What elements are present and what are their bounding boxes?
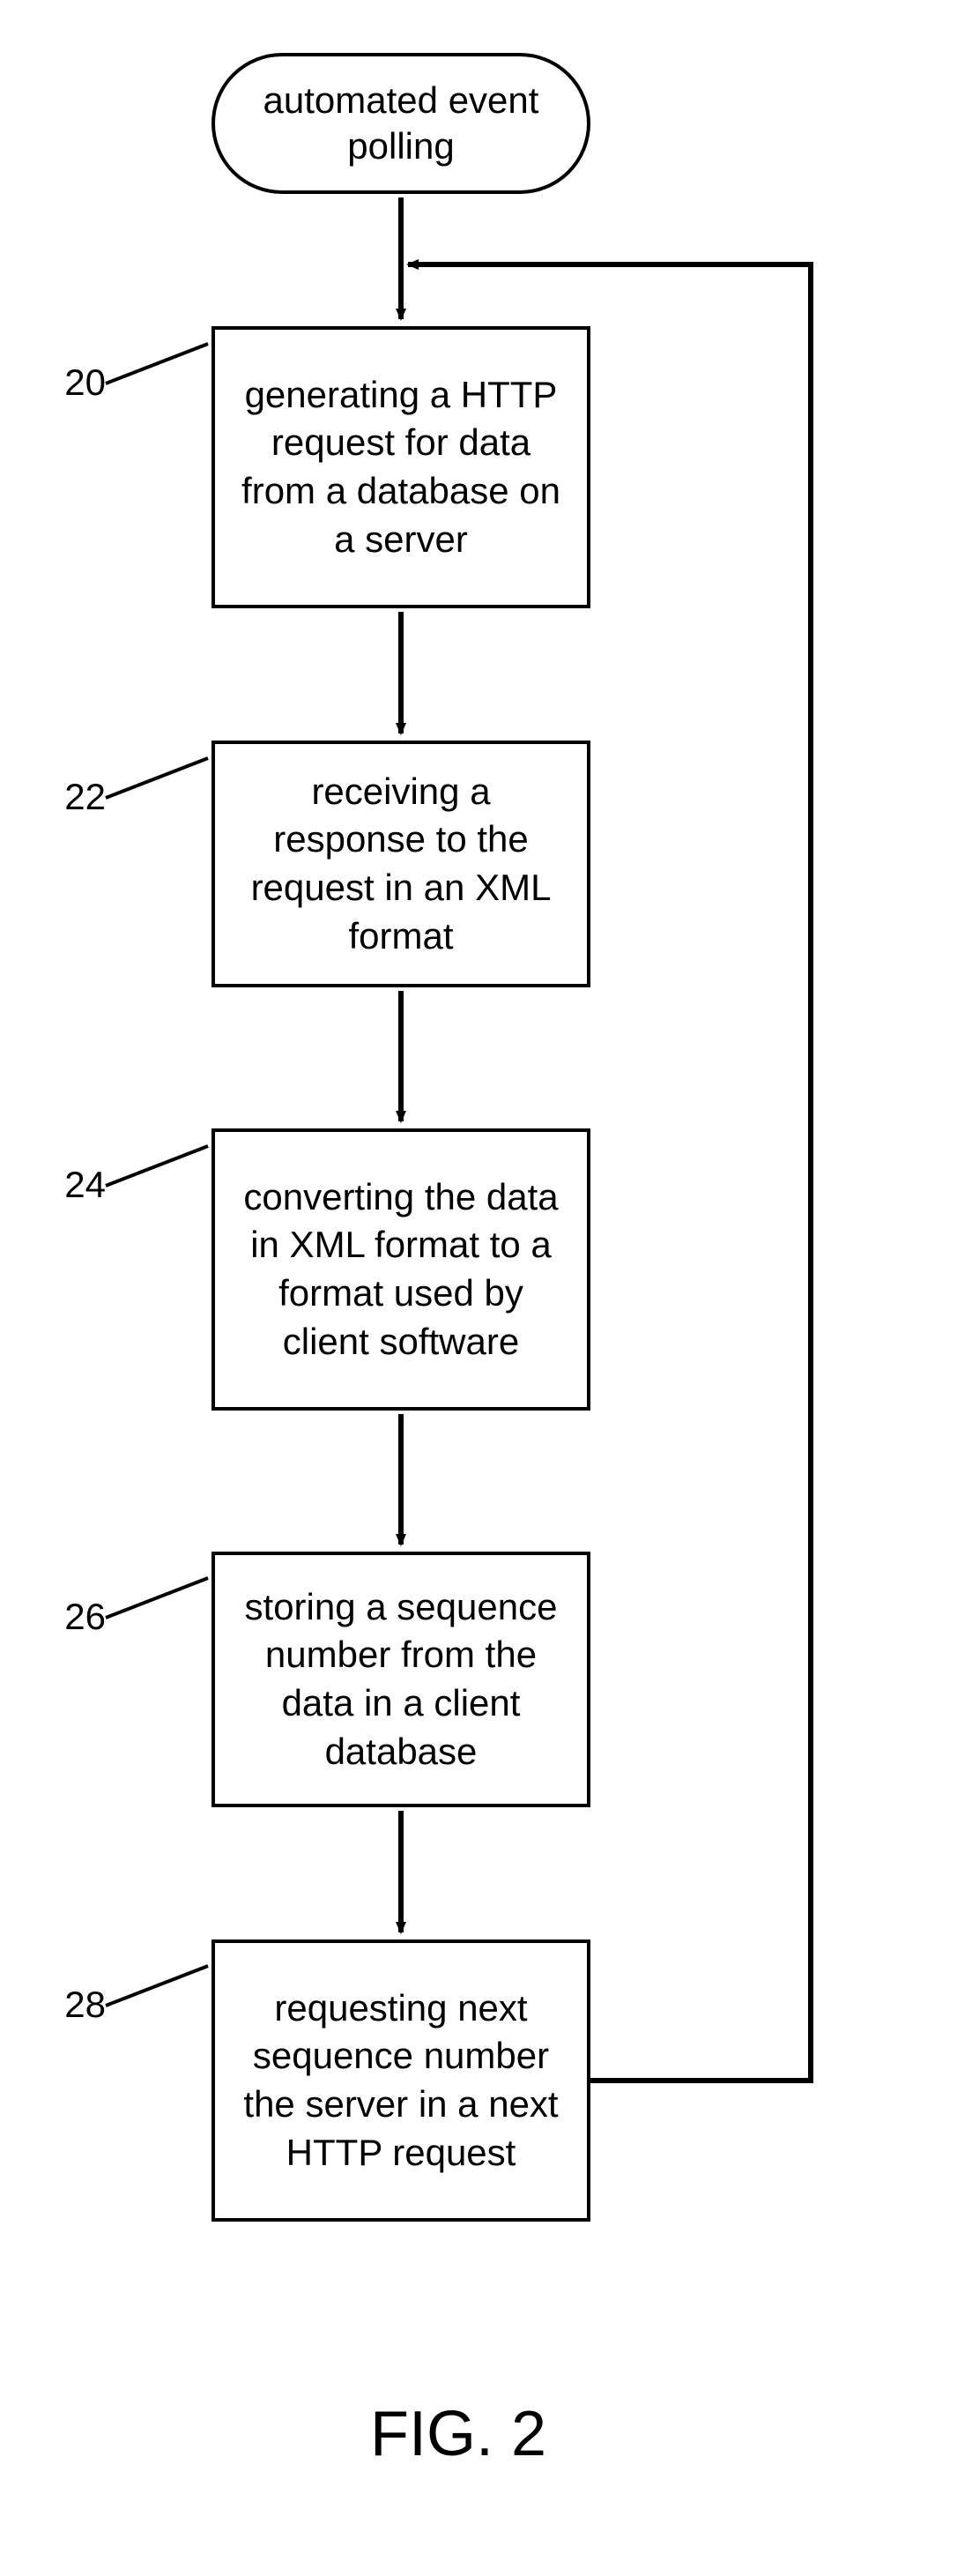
step-number-28: 28: [53, 1984, 106, 2026]
terminator-start: automated event polling: [211, 53, 590, 194]
step-26: storing a sequence number from the data …: [211, 1552, 590, 1807]
terminator-label: automated event polling: [241, 78, 560, 170]
step-28: requesting next sequence number the serv…: [211, 1939, 590, 2222]
step-24-text: converting the data in XML format to a f…: [231, 1173, 571, 1366]
flowchart-canvas: automated event polling 20 generating a …: [0, 0, 957, 2576]
step-20-text: generating a HTTP request for data from …: [231, 371, 571, 563]
step-26-text: storing a sequence number from the data …: [231, 1583, 571, 1776]
step-number-24: 24: [53, 1164, 106, 1206]
figure-caption: FIG. 2: [370, 2398, 546, 2470]
step-28-text: requesting next sequence number the serv…: [231, 1984, 571, 2177]
step-24: converting the data in XML format to a f…: [211, 1128, 590, 1411]
step-number-20: 20: [53, 361, 106, 404]
step-number-22: 22: [53, 776, 106, 818]
step-22-text: receiving a response to the request in a…: [231, 768, 571, 960]
step-20: generating a HTTP request for data from …: [211, 326, 590, 608]
step-22: receiving a response to the request in a…: [211, 741, 590, 987]
step-number-26: 26: [53, 1596, 106, 1638]
